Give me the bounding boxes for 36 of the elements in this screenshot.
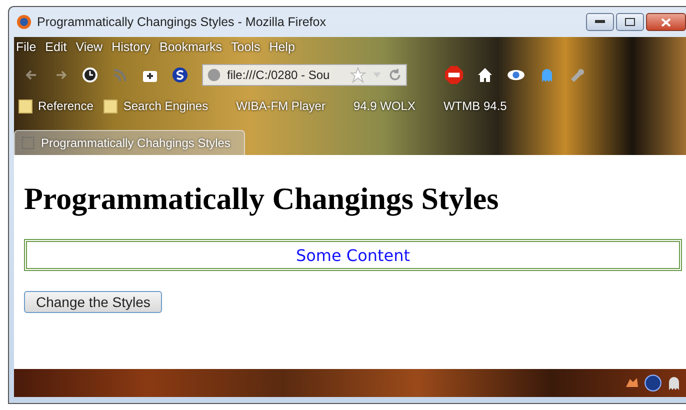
maximize-icon <box>625 18 635 26</box>
bookmark-item[interactable]: Search Engines <box>103 98 208 114</box>
page-heading: Programmatically Changings Styles <box>24 181 500 217</box>
bookmark-item[interactable]: WIBA-FM Player <box>218 99 326 113</box>
ghost-icon[interactable] <box>666 375 682 391</box>
blank-page-icon <box>21 136 35 150</box>
firefox-logo-icon <box>16 14 32 30</box>
bookmark-item[interactable]: WTMB 94.5 <box>425 99 507 113</box>
bookmark-item[interactable]: Reference <box>18 98 94 114</box>
menu-item[interactable]: Help <box>269 40 295 54</box>
menu-item[interactable]: Bookmarks <box>159 40 222 54</box>
minimize-icon <box>595 20 605 24</box>
folder-icon <box>18 98 34 114</box>
clock-icon[interactable] <box>82 67 98 83</box>
bookmark-item[interactable]: 94.9 WOLX <box>335 99 416 113</box>
browser-tab[interactable]: Programmatically Chahgings Styles <box>14 130 246 155</box>
home-icon[interactable] <box>477 67 493 83</box>
change-styles-button[interactable]: Change the Styles <box>24 291 162 313</box>
menu-item[interactable]: Edit <box>45 40 67 54</box>
menu-item[interactable]: File <box>16 40 36 54</box>
menu-item[interactable]: View <box>76 40 103 54</box>
close-button[interactable] <box>646 13 686 31</box>
forward-arrow-icon[interactable] <box>54 68 68 82</box>
address-bar[interactable]: file:///C:/0280 - Sou <box>202 64 407 86</box>
stop-sign-icon[interactable] <box>445 66 463 84</box>
star-icon[interactable] <box>350 67 366 83</box>
content-box: Some Content <box>24 239 682 271</box>
minimize-button[interactable] <box>586 13 614 31</box>
menu-item[interactable]: History <box>112 40 150 54</box>
s-logo-icon[interactable] <box>172 67 188 83</box>
globe-icon <box>207 68 221 82</box>
maximize-button[interactable] <box>616 13 644 31</box>
menu-item[interactable]: Tools <box>231 40 260 54</box>
window-title: Programmatically Changings Styles - Mozilla Firefox <box>37 15 326 29</box>
folder-icon <box>103 98 120 114</box>
close-icon <box>661 18 671 26</box>
